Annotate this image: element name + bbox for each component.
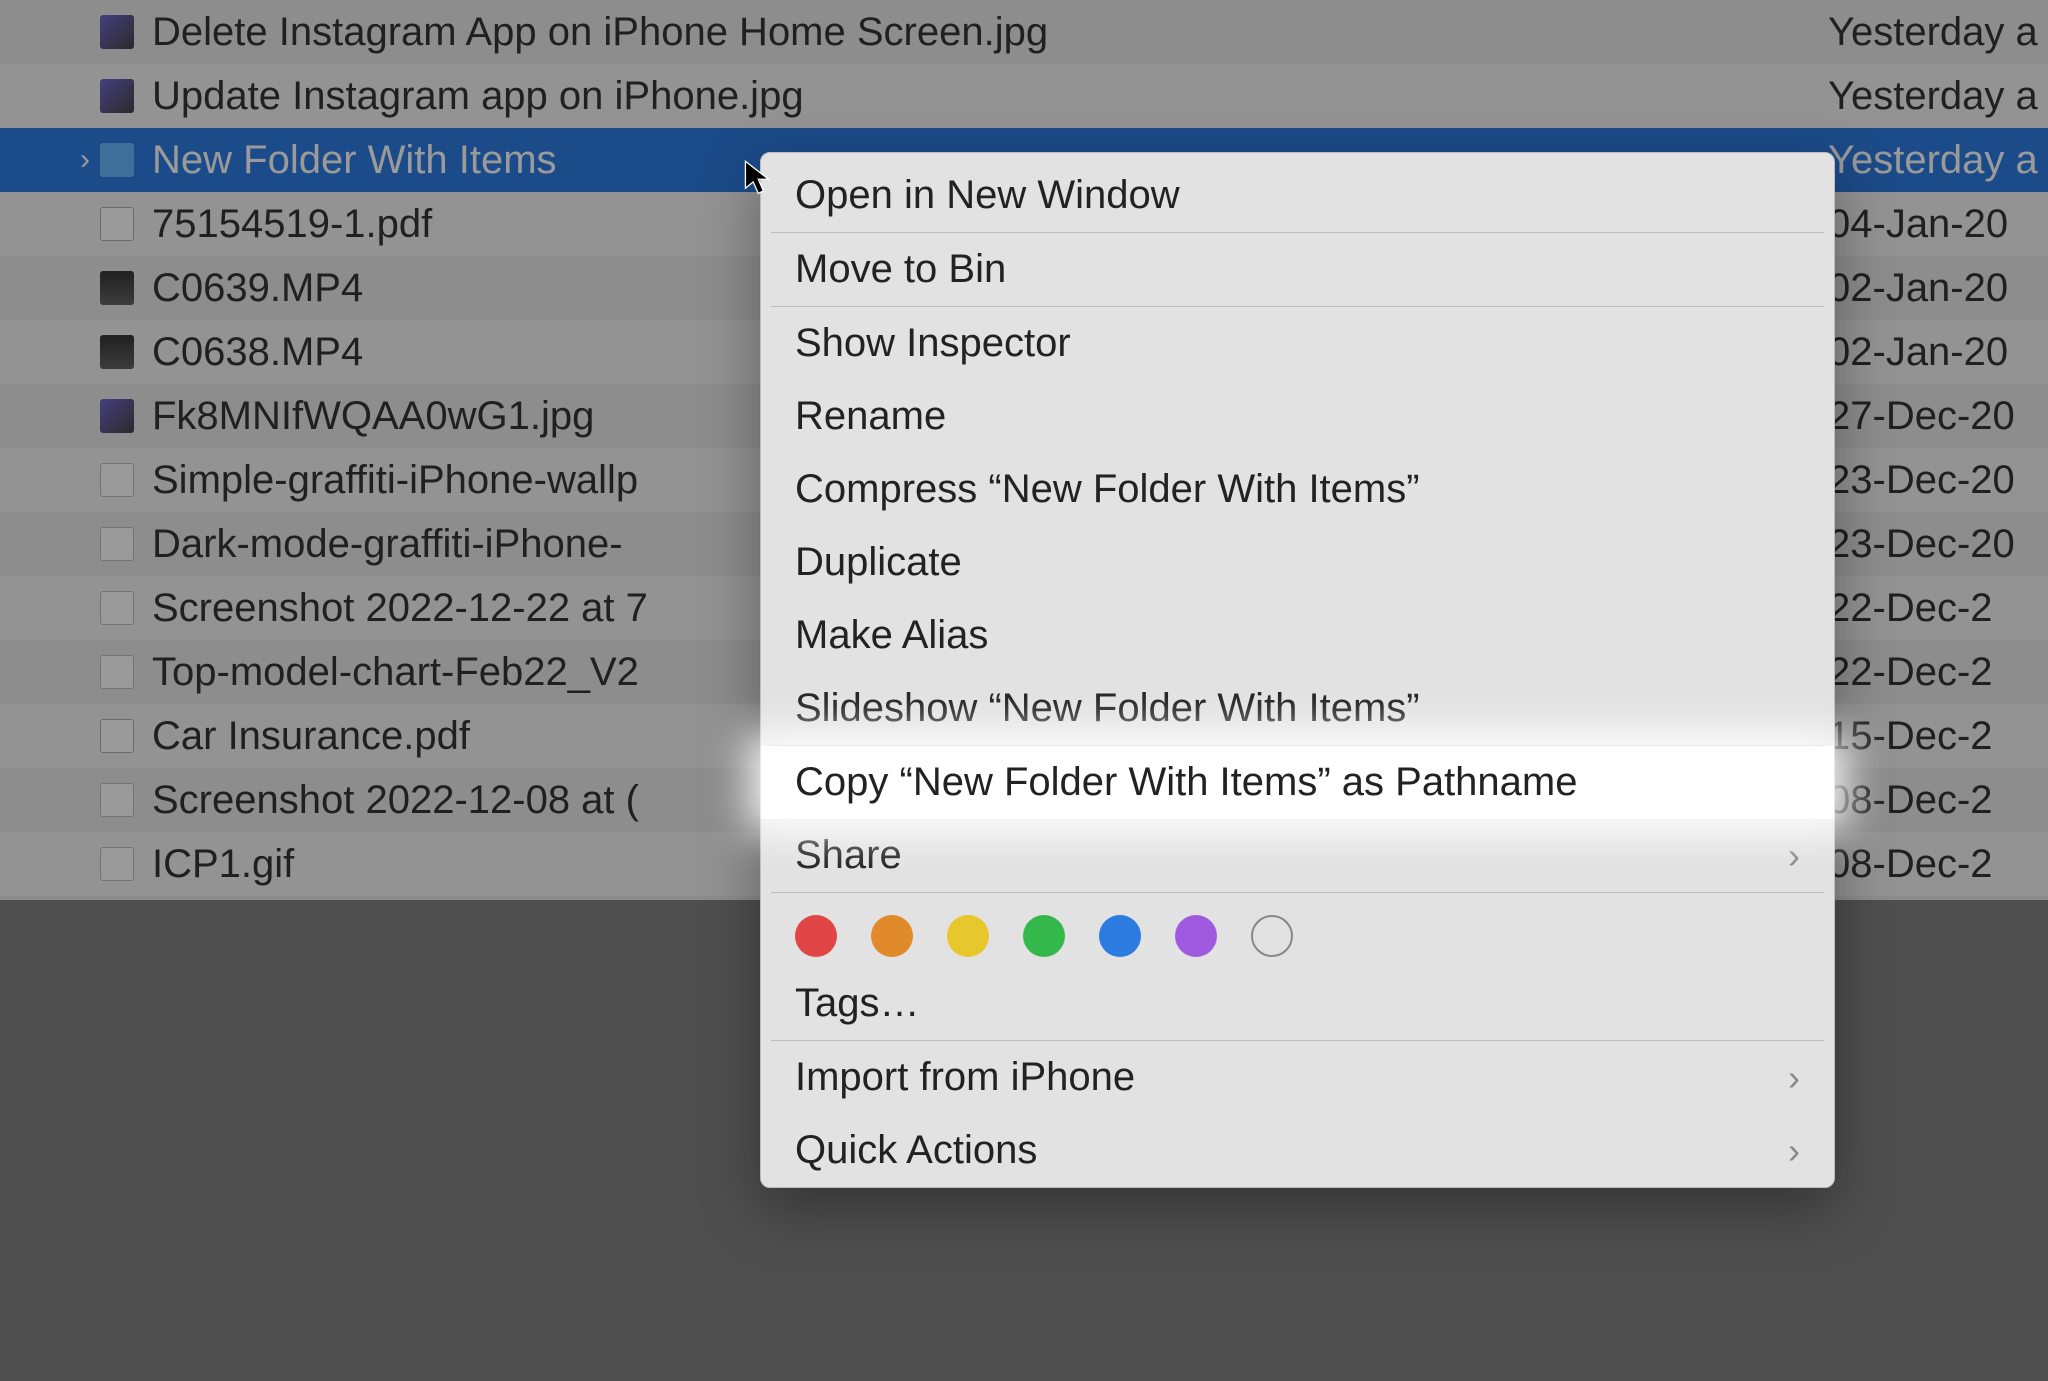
file-date: 23-Dec-20 bbox=[1818, 522, 2048, 567]
menu-share[interactable]: Share › bbox=[761, 819, 1834, 892]
video-icon bbox=[100, 335, 134, 369]
file-name: Update Instagram app on iPhone.jpg bbox=[152, 74, 2048, 119]
menu-move-to-bin[interactable]: Move to Bin bbox=[761, 233, 1834, 306]
menu-rename[interactable]: Rename bbox=[761, 380, 1834, 453]
video-icon bbox=[100, 271, 134, 305]
file-date: 15-Dec-2 bbox=[1818, 714, 2048, 759]
tag-color-dot[interactable] bbox=[1099, 915, 1141, 957]
disclosure-triangle-icon[interactable]: › bbox=[70, 143, 100, 177]
menu-open-new-window[interactable]: Open in New Window bbox=[761, 159, 1834, 232]
cursor-pointer-icon bbox=[744, 160, 770, 196]
generic-icon bbox=[100, 847, 134, 881]
menu-label: Quick Actions bbox=[795, 1128, 1037, 1173]
generic-icon bbox=[100, 463, 134, 497]
file-date: 04-Jan-20 bbox=[1818, 202, 2048, 247]
file-row[interactable]: Delete Instagram App on iPhone Home Scre… bbox=[0, 0, 2048, 64]
file-date: Yesterday a bbox=[1818, 10, 2048, 55]
menu-copy-as-pathname[interactable]: Copy “New Folder With Items” as Pathname bbox=[761, 746, 1834, 819]
chevron-right-icon: › bbox=[1788, 1057, 1800, 1099]
menu-label: Import from iPhone bbox=[795, 1055, 1135, 1100]
file-date: 22-Dec-2 bbox=[1818, 586, 2048, 631]
menu-label: Slideshow “New Folder With Items” bbox=[795, 686, 1420, 731]
pdf-icon bbox=[100, 207, 134, 241]
menu-label: Copy “New Folder With Items” as Pathname bbox=[795, 760, 1577, 805]
tag-color-dot[interactable] bbox=[871, 915, 913, 957]
tag-color-dot[interactable] bbox=[1023, 915, 1065, 957]
file-date: 22-Dec-2 bbox=[1818, 650, 2048, 695]
tag-color-row bbox=[761, 893, 1834, 967]
tag-color-none[interactable] bbox=[1251, 915, 1293, 957]
file-date: 27-Dec-20 bbox=[1818, 394, 2048, 439]
menu-label: Share bbox=[795, 833, 902, 878]
menu-quick-actions[interactable]: Quick Actions › bbox=[761, 1114, 1834, 1187]
menu-label: Duplicate bbox=[795, 540, 962, 585]
menu-compress[interactable]: Compress “New Folder With Items” bbox=[761, 453, 1834, 526]
img-icon bbox=[100, 79, 134, 113]
generic-icon bbox=[100, 527, 134, 561]
menu-make-alias[interactable]: Make Alias bbox=[761, 599, 1834, 672]
menu-label: Show Inspector bbox=[795, 321, 1071, 366]
chevron-right-icon: › bbox=[1788, 835, 1800, 877]
tag-color-dot[interactable] bbox=[795, 915, 837, 957]
context-menu: Open in New Window Move to Bin Show Insp… bbox=[760, 152, 1835, 1188]
menu-show-inspector[interactable]: Show Inspector bbox=[761, 307, 1834, 380]
file-date: 08-Dec-2 bbox=[1818, 842, 2048, 887]
menu-label: Move to Bin bbox=[795, 247, 1006, 292]
tag-color-dot[interactable] bbox=[1175, 915, 1217, 957]
file-name: Delete Instagram App on iPhone Home Scre… bbox=[152, 10, 2048, 55]
generic-icon bbox=[100, 591, 134, 625]
generic-icon bbox=[100, 655, 134, 689]
menu-label: Make Alias bbox=[795, 613, 988, 658]
file-date: 02-Jan-20 bbox=[1818, 330, 2048, 375]
img-icon bbox=[100, 15, 134, 49]
menu-import-from-iphone[interactable]: Import from iPhone › bbox=[761, 1041, 1834, 1114]
menu-label: Open in New Window bbox=[795, 173, 1180, 218]
menu-label: Tags… bbox=[795, 981, 920, 1026]
tag-color-dot[interactable] bbox=[947, 915, 989, 957]
file-date: 08-Dec-2 bbox=[1818, 778, 2048, 823]
menu-slideshow[interactable]: Slideshow “New Folder With Items” bbox=[761, 672, 1834, 745]
menu-tags[interactable]: Tags… bbox=[761, 967, 1834, 1040]
file-date: Yesterday a bbox=[1818, 138, 2048, 183]
file-date: 02-Jan-20 bbox=[1818, 266, 2048, 311]
menu-label: Rename bbox=[795, 394, 946, 439]
file-date: Yesterday a bbox=[1818, 74, 2048, 119]
file-date: 23-Dec-20 bbox=[1818, 458, 2048, 503]
file-row[interactable]: Update Instagram app on iPhone.jpgYester… bbox=[0, 64, 2048, 128]
menu-duplicate[interactable]: Duplicate bbox=[761, 526, 1834, 599]
pdf-icon bbox=[100, 719, 134, 753]
folder-icon bbox=[100, 143, 134, 177]
menu-label: Compress “New Folder With Items” bbox=[795, 467, 1420, 512]
generic-icon bbox=[100, 783, 134, 817]
chevron-right-icon: › bbox=[1788, 1130, 1800, 1172]
img-icon bbox=[100, 399, 134, 433]
